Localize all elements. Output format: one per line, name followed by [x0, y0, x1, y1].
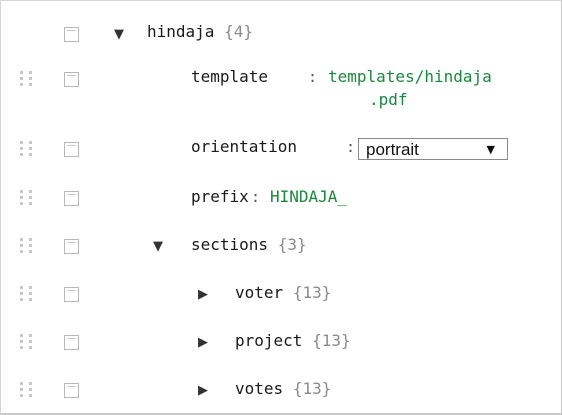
checkbox-icon[interactable] [64, 27, 79, 42]
node-key-label: project [235, 331, 303, 350]
node-count: {13} [292, 283, 332, 302]
checkbox-icon[interactable] [64, 335, 79, 350]
chevron-down-icon[interactable]: ▼ [487, 139, 495, 161]
node-key-voter: voter {13} [235, 283, 331, 303]
drag-handle-icon[interactable] [20, 141, 34, 157]
tree-row-sections[interactable]: ▼ sections {3} [1, 223, 561, 267]
tree-row-project[interactable]: ▶ project {13} [1, 319, 561, 363]
orientation-select[interactable]: portrait ▼ [358, 138, 508, 160]
node-key-project: project {13} [235, 331, 351, 351]
expand-arrow-icon[interactable]: ▶ [198, 383, 208, 399]
drag-handle-icon[interactable] [20, 382, 34, 398]
node-key-sections: sections {3} [191, 235, 307, 255]
node-count: {13} [292, 379, 332, 398]
field-value-template-line1[interactable]: templates/hindaja [328, 67, 492, 87]
node-key-hindaja: hindaja {4} [147, 22, 253, 42]
drag-handle-icon[interactable] [20, 71, 34, 87]
checkbox-icon[interactable] [64, 287, 79, 302]
node-key-label: voter [235, 283, 284, 302]
checkbox-icon[interactable] [64, 239, 79, 254]
expand-arrow-icon[interactable]: ▶ [198, 287, 208, 303]
field-key-prefix: prefix [191, 187, 249, 206]
field-value-template-line2[interactable]: .pdf [369, 90, 408, 110]
node-key-label: votes [235, 379, 284, 398]
expand-arrow-icon[interactable]: ▼ [153, 239, 163, 255]
checkbox-icon[interactable] [64, 142, 79, 157]
checkbox-icon[interactable] [64, 191, 79, 206]
tree-row-votes[interactable]: ▶ votes {13} [1, 367, 561, 411]
node-key-label: hindaja [147, 22, 215, 41]
orientation-selected-value: portrait [366, 140, 419, 159]
node-key-label: sections [191, 235, 269, 254]
node-count: {13} [312, 331, 351, 350]
drag-handle-icon[interactable] [20, 286, 34, 302]
node-count: {3} [277, 235, 307, 254]
tree-row-voter[interactable]: ▶ voter {13} [1, 271, 561, 315]
expand-arrow-icon[interactable]: ▶ [198, 335, 208, 351]
expand-arrow-icon[interactable]: ▼ [114, 27, 124, 43]
field-key-orientation: orientation [191, 137, 297, 156]
json-tree-editor: ▼ hindaja {4} template : templates/hinda… [0, 0, 562, 415]
checkbox-icon[interactable] [64, 383, 79, 398]
drag-handle-icon[interactable] [20, 190, 34, 206]
checkbox-icon[interactable] [64, 72, 79, 87]
drag-handle-icon[interactable] [20, 238, 34, 254]
key-value-separator: : [346, 138, 356, 156]
node-key-votes: votes {13} [235, 379, 331, 399]
key-value-separator: : [308, 68, 318, 86]
drag-handle-icon[interactable] [20, 334, 34, 350]
tree-row-hindaja[interactable]: ▼ hindaja {4} [1, 9, 561, 53]
node-count: {4} [224, 22, 253, 41]
tree-row-prefix[interactable]: prefix : HINDAJA_ [1, 175, 561, 219]
field-key-template: template [191, 67, 269, 86]
tree-row-template[interactable]: template : templates/hindaja .pdf [1, 57, 561, 121]
field-value-prefix[interactable]: HINDAJA_ [270, 187, 347, 207]
key-value-separator: : [251, 188, 261, 206]
